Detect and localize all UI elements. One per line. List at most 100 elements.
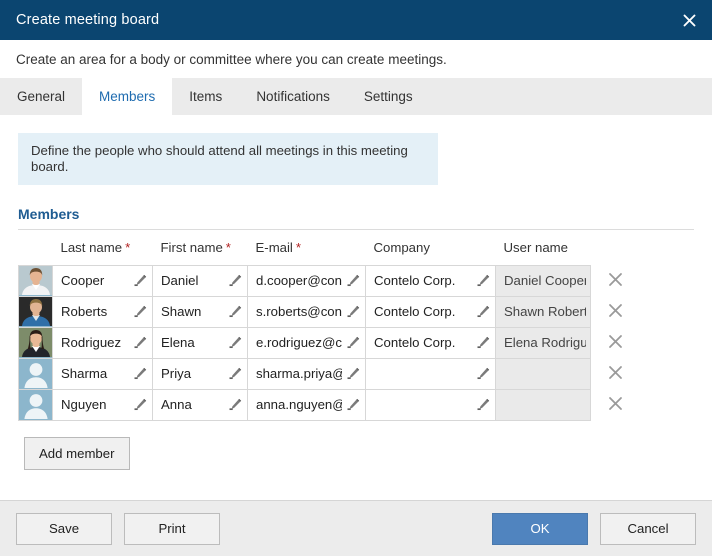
last-name-value: Cooper <box>61 273 105 289</box>
pencil-icon[interactable] <box>342 273 361 288</box>
avatar <box>18 357 53 390</box>
first-name-value: Shawn <box>161 304 202 320</box>
cell-user-name: Elena Rodrigu <box>495 326 591 359</box>
cell-company[interactable]: Contelo Corp. <box>365 295 496 328</box>
cell-company[interactable] <box>365 357 496 390</box>
cell-last-name[interactable]: Nguyen <box>52 388 153 421</box>
cell-company[interactable]: Contelo Corp. <box>365 264 496 297</box>
pencil-icon[interactable] <box>129 366 148 381</box>
company-value: Contelo Corp. <box>374 304 456 320</box>
tab-general[interactable]: General <box>0 78 82 115</box>
print-button[interactable]: Print <box>124 512 220 545</box>
cell-remove <box>591 389 641 420</box>
email-value: sharma.priya@ <box>256 366 342 382</box>
email-value: d.cooper@cont <box>256 273 342 289</box>
email-value: s.roberts@cont <box>256 304 342 320</box>
ok-button[interactable]: OK <box>492 512 588 545</box>
avatar <box>18 326 53 359</box>
cell-first-name[interactable]: Priya <box>152 357 248 390</box>
last-name-value: Nguyen <box>61 397 107 413</box>
header-email: E-mail * <box>248 230 366 266</box>
tab-settings[interactable]: Settings <box>347 78 430 115</box>
close-icon[interactable] <box>676 7 702 33</box>
header-avatar <box>19 230 53 266</box>
cell-email[interactable]: anna.nguyen@ <box>247 388 366 421</box>
save-button[interactable]: Save <box>16 512 112 545</box>
first-name-value: Daniel <box>161 273 199 289</box>
pencil-icon[interactable] <box>129 273 148 288</box>
cell-last-name[interactable]: Cooper <box>52 264 153 297</box>
tab-items[interactable]: Items <box>172 78 239 115</box>
pencil-icon[interactable] <box>472 273 491 288</box>
cell-company[interactable]: Contelo Corp. <box>365 326 496 359</box>
cell-last-name[interactable]: Sharma <box>52 357 153 390</box>
cell-first-name[interactable]: Daniel <box>152 264 248 297</box>
pencil-icon[interactable] <box>224 366 243 381</box>
cell-email[interactable]: s.roberts@cont <box>247 295 366 328</box>
dialog-body: Define the people who should attend all … <box>0 116 712 500</box>
pencil-icon[interactable] <box>129 304 148 319</box>
header-actions <box>591 230 641 266</box>
required-marker: * <box>125 239 131 255</box>
pencil-icon[interactable] <box>129 335 148 350</box>
footer-right-actions: OK Cancel <box>492 512 696 545</box>
cell-first-name[interactable]: Shawn <box>152 295 248 328</box>
tab-members[interactable]: Members <box>82 78 173 115</box>
cell-remove <box>591 327 641 358</box>
tab-strip: General Members Items Notifications Sett… <box>0 78 712 116</box>
cell-email[interactable]: sharma.priya@ <box>247 357 366 390</box>
pencil-icon[interactable] <box>472 304 491 319</box>
last-name-value: Roberts <box>61 304 108 320</box>
header-first-name: First name * <box>153 230 248 266</box>
remove-member-icon[interactable] <box>608 303 623 321</box>
user-name-value: Elena Rodrigu <box>504 335 586 351</box>
remove-member-icon[interactable] <box>608 396 623 414</box>
pencil-icon[interactable] <box>472 397 491 412</box>
pencil-icon[interactable] <box>342 304 361 319</box>
cell-email[interactable]: e.rodriguez@co <box>247 326 366 359</box>
last-name-value: Rodriguez <box>61 335 122 351</box>
info-banner: Define the people who should attend all … <box>18 133 438 185</box>
required-marker: * <box>295 239 302 255</box>
email-value: anna.nguyen@ <box>256 397 342 413</box>
header-email-label: E-mail <box>255 239 293 255</box>
cancel-button[interactable]: Cancel <box>600 512 696 545</box>
table-row: Sharma Priya sharma.priya@ <box>18 357 641 390</box>
cell-remove <box>591 265 641 296</box>
dialog-footer: Save Print OK Cancel <box>0 500 712 556</box>
pencil-icon[interactable] <box>342 366 361 381</box>
pencil-icon[interactable] <box>224 273 243 288</box>
avatar <box>18 295 53 328</box>
pencil-icon[interactable] <box>472 366 491 381</box>
pencil-icon[interactable] <box>342 335 361 350</box>
header-first-name-label: First name <box>160 239 223 255</box>
header-user-name-label: User name <box>503 239 569 255</box>
pencil-icon[interactable] <box>224 397 243 412</box>
header-company: Company <box>366 230 496 266</box>
remove-member-icon[interactable] <box>608 365 623 383</box>
user-name-value: Shawn Robert <box>504 304 586 320</box>
info-banner-text: Define the people who should attend all … <box>31 143 408 174</box>
remove-member-icon[interactable] <box>608 334 623 352</box>
pencil-icon[interactable] <box>224 335 243 350</box>
avatar <box>18 264 53 297</box>
cell-last-name[interactable]: Rodriguez <box>52 326 153 359</box>
pencil-icon[interactable] <box>129 397 148 412</box>
pencil-icon[interactable] <box>472 335 491 350</box>
cell-email[interactable]: d.cooper@cont <box>247 264 366 297</box>
add-member-button[interactable]: Add member <box>24 436 130 470</box>
tab-notifications[interactable]: Notifications <box>239 78 347 115</box>
pencil-icon[interactable] <box>224 304 243 319</box>
dialog-subtitle: Create an area for a body or committee w… <box>16 51 447 67</box>
remove-member-icon[interactable] <box>608 272 623 290</box>
cell-last-name[interactable]: Roberts <box>52 295 153 328</box>
cell-company[interactable] <box>365 388 496 421</box>
cell-first-name[interactable]: Elena <box>152 326 248 359</box>
section-title-members: Members <box>18 205 80 222</box>
cell-first-name[interactable]: Anna <box>152 388 248 421</box>
dialog-titlebar: Create meeting board <box>0 0 712 40</box>
email-value: e.rodriguez@co <box>256 335 342 351</box>
first-name-value: Elena <box>161 335 195 351</box>
avatar <box>18 388 53 421</box>
pencil-icon[interactable] <box>342 397 361 412</box>
